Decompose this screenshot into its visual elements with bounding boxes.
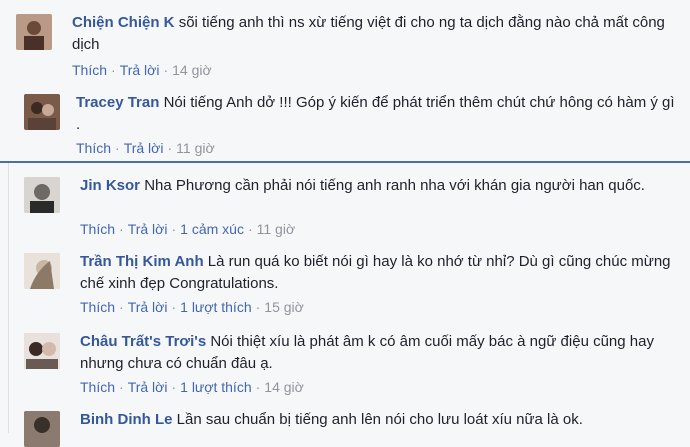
comment-author[interactable]: Châu Trất's Trơi's [80, 333, 206, 350]
comment-author[interactable]: Binh Dinh Le [80, 411, 173, 428]
separator: · [247, 221, 253, 237]
separator: · [171, 299, 177, 315]
comment-text: Nha Phương cần phải nói tiếng anh ranh n… [144, 177, 645, 194]
separator: · [167, 140, 173, 156]
separator: · [171, 221, 177, 237]
comment-item: Trần Thị Kim Anh Là run quá ko biết nói … [0, 241, 690, 319]
comment-author[interactable]: Jin Ksor [80, 177, 140, 194]
like-link[interactable]: Thích [80, 221, 115, 237]
separator: · [119, 379, 124, 395]
reply-link[interactable]: Trả lời [128, 379, 168, 395]
reactions-count[interactable]: 1 lượt thích [180, 299, 251, 315]
comment-author[interactable]: Trần Thị Kim Anh [80, 253, 204, 270]
separator: · [119, 221, 124, 237]
separator: · [115, 140, 120, 156]
separator: · [255, 379, 261, 395]
avatar[interactable] [24, 177, 60, 213]
reply-link[interactable]: Trả lời [128, 221, 168, 237]
avatar[interactable] [24, 411, 60, 447]
like-link[interactable]: Thích [72, 62, 107, 78]
separator: · [255, 299, 261, 315]
comment-time[interactable]: 11 giờ [257, 221, 296, 237]
reply-link[interactable]: Trả lời [124, 140, 164, 156]
reply-link[interactable]: Trả lời [120, 62, 160, 78]
avatar[interactable] [24, 94, 60, 130]
comment-time[interactable]: 14 giờ [264, 379, 304, 395]
separator: · [111, 62, 116, 78]
comment-author[interactable]: Chiện Chiện K [72, 14, 175, 31]
like-link[interactable]: Thích [80, 379, 115, 395]
comment-item: Jin Ksor Nha Phương cần phải nói tiếng a… [0, 163, 690, 241]
separator: · [163, 62, 169, 78]
separator: · [171, 379, 177, 395]
comment-item: Châu Trất's Trơi's Nói thiệt xíu là phát… [0, 319, 690, 399]
comment-time[interactable]: 11 giờ [176, 140, 215, 156]
reactions-count[interactable]: 1 lượt thích [180, 379, 251, 395]
avatar[interactable] [16, 14, 52, 50]
comment-item: Binh Dinh Le Lần sau chuẩn bị tiếng anh … [0, 399, 690, 447]
comment-item: Chiện Chiện K sõi tiếng anh thì ns xừ ti… [0, 0, 690, 84]
comment-time[interactable]: 14 giờ [172, 62, 212, 78]
comment-text: Lần sau chuẩn bị tiếng anh lên nói cho l… [176, 411, 583, 428]
avatar[interactable] [24, 333, 60, 369]
reply-link[interactable]: Trả lời [128, 299, 168, 315]
like-link[interactable]: Thích [80, 299, 115, 315]
like-link[interactable]: Thích [76, 140, 111, 156]
comment-text: Nói tiếng Anh dở !!! Góp ý kiến để phát … [76, 94, 675, 133]
separator: · [119, 299, 124, 315]
comment-author[interactable]: Tracey Tran [76, 94, 159, 111]
avatar[interactable] [24, 253, 60, 289]
comment-item: Tracey Tran Nói tiếng Anh dở !!! Góp ý k… [0, 84, 690, 160]
comment-time[interactable]: 15 giờ [264, 299, 304, 315]
reactions-count[interactable]: 1 cảm xúc [180, 221, 244, 237]
